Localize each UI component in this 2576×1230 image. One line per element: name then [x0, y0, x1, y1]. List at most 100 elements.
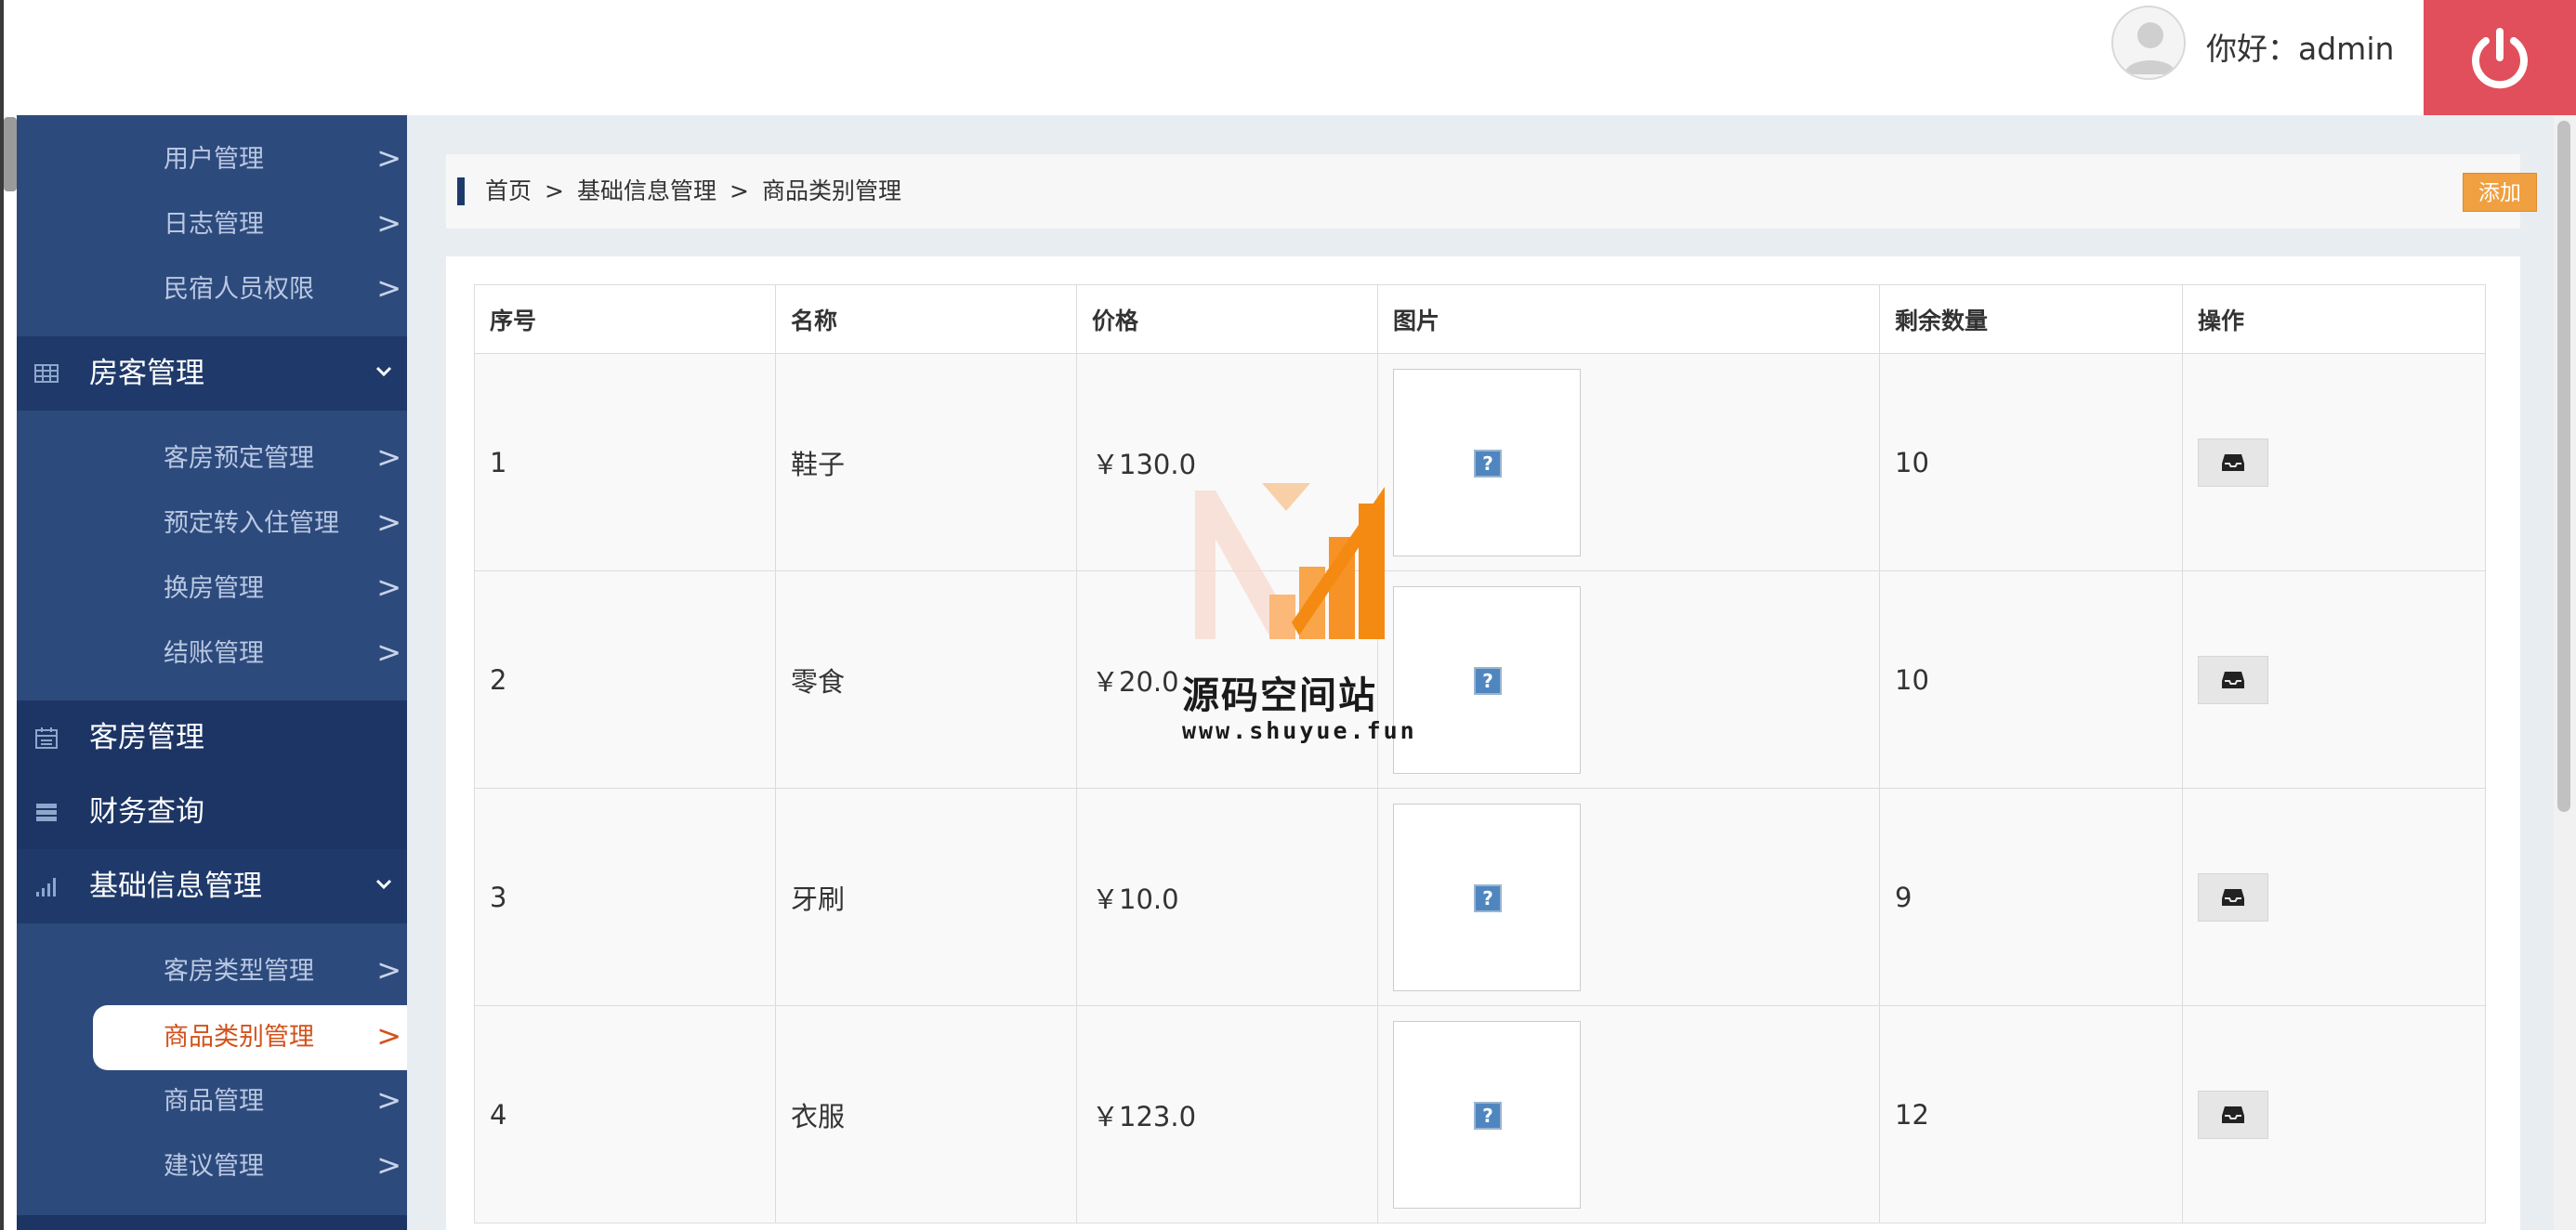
inbox-icon: [2222, 1106, 2244, 1123]
chevron-right-icon: >: [376, 635, 401, 670]
logout-button[interactable]: [2424, 0, 2576, 117]
chevron-right-icon: >: [376, 1018, 401, 1053]
inbox-icon: [2222, 671, 2244, 688]
cell-name: 鞋子: [775, 353, 1077, 571]
sidebar-item-label: 客房类型管理: [164, 957, 314, 986]
chevron-right-icon: >: [376, 439, 401, 475]
sidebar-item-label: 结账管理: [164, 639, 264, 668]
breadcrumb-item-current: 商品类别管理: [761, 177, 901, 204]
sidebar-section-room-management[interactable]: 客房管理: [17, 700, 407, 775]
sidebar-item-label: 客房预定管理: [164, 444, 314, 473]
sidebar-item-room-change[interactable]: 换房管理 >: [17, 556, 407, 622]
cell-quantity: 12: [1879, 1005, 2183, 1223]
cell-quantity: 10: [1879, 570, 2183, 789]
product-image: ?: [1393, 585, 1581, 774]
breadcrumb-item-basic-info[interactable]: 基础信息管理: [577, 177, 716, 204]
sidebar-section-label: 房客管理: [89, 357, 204, 390]
sidebar-item-label: 商品管理: [164, 1087, 264, 1116]
broken-image-icon: ?: [1474, 1101, 1502, 1130]
product-image: ?: [1393, 1020, 1581, 1209]
chevron-right-icon: >: [376, 1147, 401, 1183]
breadcrumb-item-home[interactable]: 首页: [485, 177, 532, 204]
cell-image: ?: [1377, 1005, 1880, 1223]
cell-image: ?: [1377, 570, 1880, 789]
sidebar-item-label: 预定转入住管理: [164, 509, 339, 538]
table-row: 4 衣服 ￥123.0 ? 12: [474, 1005, 2486, 1223]
product-category-table: 序号 名称 价格 图片 剩余数量 操作 1 鞋子 ￥130.0 ? 10 2 零…: [474, 284, 2486, 1223]
table-row: 2 零食 ￥20.0 ? 10: [474, 570, 2486, 789]
sidebar-section-label: 客房管理: [89, 721, 204, 754]
table-row: 1 鞋子 ￥130.0 ? 10: [474, 353, 2486, 571]
sidebar-section-guest-management[interactable]: 房客管理: [17, 336, 407, 411]
column-header-name: 名称: [775, 284, 1077, 354]
chevron-down-icon: [375, 879, 392, 890]
chevron-right-icon: >: [376, 140, 401, 176]
cell-name: 衣服: [775, 1005, 1077, 1223]
cell-quantity: 9: [1879, 788, 2183, 1006]
page-scrollbar[interactable]: [2554, 115, 2576, 1230]
cell-price: ￥10.0: [1076, 788, 1378, 1006]
server-icon: [36, 804, 57, 821]
sidebar-section-finance-query[interactable]: 财务查询: [17, 775, 407, 849]
sidebar-item-staff-permissions[interactable]: 民宿人员权限 >: [17, 257, 407, 322]
sidebar-item-suggestion[interactable]: 建议管理 >: [17, 1134, 407, 1199]
page-scrollbar-thumb[interactable]: [2557, 121, 2570, 812]
cell-price: ￥20.0: [1076, 570, 1378, 789]
sidebar-item-product-management[interactable]: 商品管理 >: [17, 1069, 407, 1134]
sidebar-section-label: 财务查询: [89, 795, 204, 829]
sidebar: 用户管理 > 日志管理 > 民宿人员权限 > 房客管理 客房预定管理 > 预定转…: [17, 115, 407, 1230]
cell-index: 4: [474, 1005, 776, 1223]
cell-quantity: 10: [1879, 353, 2183, 571]
sidebar-item-label: 民宿人员权限: [164, 275, 314, 304]
sidebar-scrollbar-thumb[interactable]: [4, 117, 17, 191]
inbox-icon: [2222, 888, 2244, 906]
chevron-right-icon: >: [376, 1082, 401, 1118]
breadcrumb-marker: [457, 177, 465, 205]
cell-index: 1: [474, 353, 776, 571]
chevron-right-icon: >: [376, 270, 401, 306]
top-header: 你好：admin: [4, 0, 2576, 117]
add-button[interactable]: 添加: [2463, 173, 2537, 212]
operate-button[interactable]: [2198, 438, 2268, 487]
operate-button[interactable]: [2198, 655, 2268, 704]
sidebar-item-booking-checkin[interactable]: 预定转入住管理 >: [17, 491, 407, 556]
cell-index: 3: [474, 788, 776, 1006]
cell-name: 零食: [775, 570, 1077, 789]
broken-image-icon: ?: [1474, 883, 1502, 912]
chevron-down-icon: [375, 366, 392, 377]
operate-button[interactable]: [2198, 1090, 2268, 1139]
main-content: 首页 > 基础信息管理 > 商品类别管理 添加 序号 名称 价格 图片 剩余数量: [407, 115, 2554, 1230]
sidebar-item-log-management[interactable]: 日志管理 >: [17, 192, 407, 257]
signal-bars-icon: [36, 878, 56, 896]
chevron-right-icon: >: [376, 205, 401, 241]
cell-price: ￥123.0: [1076, 1005, 1378, 1223]
sidebar-item-user-management[interactable]: 用户管理 >: [17, 127, 407, 192]
sidebar-item-checkout[interactable]: 结账管理 >: [17, 622, 407, 687]
table-row: 3 牙刷 ￥10.0 ? 9: [474, 788, 2486, 1006]
sidebar-item-label: 建议管理: [164, 1152, 264, 1181]
user-avatar-icon[interactable]: [2111, 6, 2186, 80]
cell-actions: [2182, 570, 2486, 789]
breadcrumb-bar: 首页 > 基础信息管理 > 商品类别管理 添加: [446, 154, 2537, 229]
sidebar-item-label: 用户管理: [164, 145, 264, 174]
calendar-icon: [35, 727, 58, 749]
sidebar-item-room-type[interactable]: 客房类型管理 >: [17, 939, 407, 1004]
sidebar-item-room-booking[interactable]: 客房预定管理 >: [17, 426, 407, 491]
column-header-actions: 操作: [2182, 284, 2486, 354]
column-header-index: 序号: [474, 284, 776, 354]
cell-image: ?: [1377, 353, 1880, 571]
chevron-right-icon: >: [376, 504, 401, 540]
broken-image-icon: ?: [1474, 449, 1502, 478]
cell-name: 牙刷: [775, 788, 1077, 1006]
column-header-image: 图片: [1377, 284, 1880, 354]
breadcrumb: 首页 > 基础信息管理 > 商品类别管理: [485, 154, 901, 229]
cell-actions: [2182, 1005, 2486, 1223]
table-header-row: 序号 名称 价格 图片 剩余数量 操作: [474, 284, 2486, 354]
sidebar-section-basic-info[interactable]: 基础信息管理: [17, 849, 407, 923]
operate-button[interactable]: [2198, 872, 2268, 922]
sidebar-item-label: 日志管理: [164, 210, 264, 239]
power-icon: [2472, 28, 2528, 89]
broken-image-icon: ?: [1474, 666, 1502, 695]
table-panel: 序号 名称 价格 图片 剩余数量 操作 1 鞋子 ￥130.0 ? 10 2 零…: [446, 256, 2520, 1230]
sidebar-item-product-category[interactable]: 商品类别管理 >: [93, 1005, 407, 1070]
